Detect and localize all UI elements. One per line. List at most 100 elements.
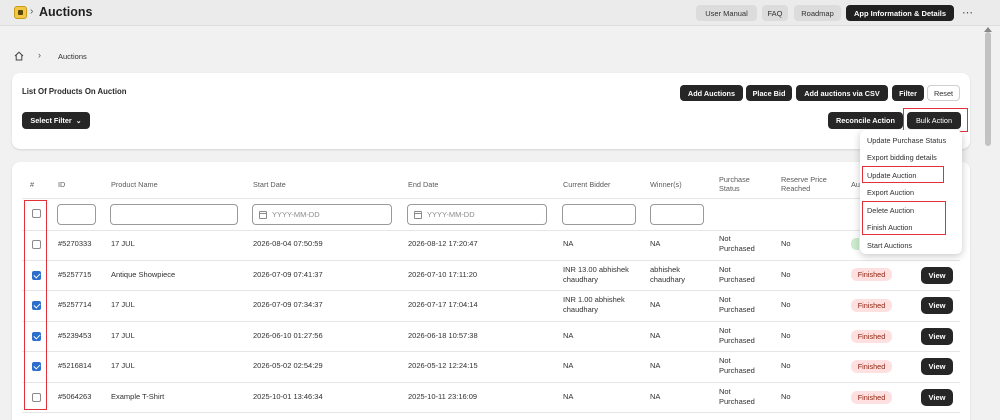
row-product-name: Example T-Shirt xyxy=(111,392,165,401)
highlight-checkbox-column xyxy=(24,200,47,410)
row-current-bidder: NA xyxy=(563,331,574,340)
view-button[interactable]: View xyxy=(921,267,953,284)
view-button[interactable]: View xyxy=(921,328,953,345)
bidder-filter-input[interactable] xyxy=(562,204,636,225)
row-reserve-reached: No xyxy=(781,331,791,340)
row-winner: NA xyxy=(650,361,661,370)
page-title: Auctions xyxy=(39,5,93,19)
column-header-winners[interactable]: Winner(s) xyxy=(650,180,682,189)
row-winner: NA xyxy=(650,392,661,401)
winner-filter-input[interactable] xyxy=(650,204,704,225)
column-header-reserve-price[interactable]: Reserve Price Reached xyxy=(781,175,827,193)
row-winner: NA xyxy=(650,300,661,309)
menu-item-start-auctions[interactable]: Start Auctions xyxy=(867,241,912,250)
row-purchase-status: Not Purchased xyxy=(719,265,755,285)
row-reserve-reached: No xyxy=(781,270,791,279)
divider xyxy=(22,260,960,261)
scrollbar-thumb[interactable] xyxy=(985,32,991,146)
row-current-bidder: NA xyxy=(563,361,574,370)
reconcile-action-button[interactable]: Reconcile Action xyxy=(828,112,903,129)
roadmap-link[interactable]: Roadmap xyxy=(794,5,841,21)
row-end-date: 2026-08-12 17:20:47 xyxy=(408,239,478,248)
row-id: #5270333 xyxy=(58,239,92,248)
row-current-bidder: INR 13.00 abhishek chaudhary xyxy=(563,265,629,285)
more-options-icon[interactable]: ⋯ xyxy=(962,6,973,19)
column-header-start-date[interactable]: Start Date xyxy=(253,180,286,189)
id-filter-input[interactable] xyxy=(57,204,96,225)
row-reserve-reached: No xyxy=(781,239,791,248)
product-filter-input[interactable] xyxy=(110,204,238,225)
divider xyxy=(22,382,960,383)
menu-item-update-purchase-status[interactable]: Update Purchase Status xyxy=(867,136,946,145)
divider xyxy=(22,321,960,322)
highlight-bulk-action xyxy=(903,108,968,132)
row-purchase-status: Not Purchased xyxy=(719,295,755,315)
date-placeholder: YYYY-MM-DD xyxy=(272,210,320,219)
row-product-name: 17 JUL xyxy=(111,331,135,340)
divider xyxy=(22,198,960,199)
text-line: INR 13.00 abhishek xyxy=(563,265,629,274)
text-line: Purchased xyxy=(719,275,755,284)
row-id: #5257714 xyxy=(58,300,92,309)
header-line: Purchase xyxy=(719,175,750,184)
status-badge: Finished xyxy=(851,391,892,404)
row-end-date: 2026-07-17 17:04:14 xyxy=(408,300,478,309)
menu-item-export-bidding-details[interactable]: Export bidding details xyxy=(867,153,937,162)
filter-button[interactable]: Filter xyxy=(892,85,924,101)
chevron-right-icon: › xyxy=(30,6,34,17)
row-purchase-status: Not Purchased xyxy=(719,356,755,376)
status-badge: Finished xyxy=(851,330,892,343)
text-line: Purchased xyxy=(719,336,755,345)
text-line: abhishek xyxy=(650,265,681,274)
row-start-date: 2025-10-01 13:46:34 xyxy=(253,392,323,401)
row-winner: NA xyxy=(650,239,661,248)
text-line: Purchased xyxy=(719,366,755,375)
end-date-placeholder: YYYY-MM-DD xyxy=(414,210,475,219)
text-line: chaudhary xyxy=(650,275,686,284)
column-header-end-date[interactable]: End Date xyxy=(408,180,438,189)
column-header-purchase-status[interactable]: Purchase Status xyxy=(719,175,750,193)
text-line: Not xyxy=(719,387,731,396)
row-purchase-status: Not Purchased xyxy=(719,234,755,254)
row-id: #5239453 xyxy=(58,331,92,340)
home-icon[interactable] xyxy=(14,51,24,61)
view-button[interactable]: View xyxy=(921,358,953,375)
add-auctions-button[interactable]: Add Auctions xyxy=(680,85,743,101)
app-information-link[interactable]: App Information & Details xyxy=(846,5,954,21)
highlight-update-auction xyxy=(862,166,944,183)
breadcrumb: Auctions xyxy=(58,52,87,61)
header-line: Status xyxy=(719,184,740,193)
text-line: Not xyxy=(719,234,731,243)
row-winner: abhishek chaudhary xyxy=(650,265,685,285)
select-filter-label: Select Filter xyxy=(30,116,72,125)
faq-link[interactable]: FAQ xyxy=(762,5,788,21)
add-auctions-csv-button[interactable]: Add auctions via CSV xyxy=(796,85,888,101)
column-header-current-bidder[interactable]: Current Bidder xyxy=(563,180,610,189)
calendar-icon xyxy=(414,210,422,219)
row-id: #5216814 xyxy=(58,361,92,370)
place-bid-button[interactable]: Place Bid xyxy=(746,85,792,101)
column-header-auction-status[interactable]: Au xyxy=(851,180,860,189)
row-end-date: 2026-07-10 17:11:20 xyxy=(408,270,478,279)
column-header-product[interactable]: Product Name xyxy=(111,180,158,189)
user-manual-link[interactable]: User Manual xyxy=(696,5,757,21)
view-button[interactable]: View xyxy=(921,297,953,314)
text-line: Not xyxy=(719,295,731,304)
row-start-date: 2026-07-09 07:41:37 xyxy=(253,270,323,279)
divider xyxy=(22,412,960,413)
row-purchase-status: Not Purchased xyxy=(719,387,755,407)
row-purchase-status: Not Purchased xyxy=(719,326,755,346)
row-winner: NA xyxy=(650,331,661,340)
chevron-right-icon: › xyxy=(38,50,41,60)
select-filter-dropdown[interactable]: Select Filter ⌄ xyxy=(22,112,90,129)
row-end-date: 2026-06-18 10:57:38 xyxy=(408,331,478,340)
view-button[interactable]: View xyxy=(921,389,953,406)
row-product-name: Antique Showpiece xyxy=(111,270,176,279)
reset-button[interactable]: Reset xyxy=(927,85,960,101)
row-reserve-reached: No xyxy=(781,300,791,309)
text-line: Purchased xyxy=(719,397,755,406)
column-header-id[interactable]: ID xyxy=(58,180,65,189)
text-line: INR 1.00 abhishek xyxy=(563,295,625,304)
status-badge xyxy=(851,238,859,250)
menu-item-export-auction[interactable]: Export Auction xyxy=(867,188,914,197)
